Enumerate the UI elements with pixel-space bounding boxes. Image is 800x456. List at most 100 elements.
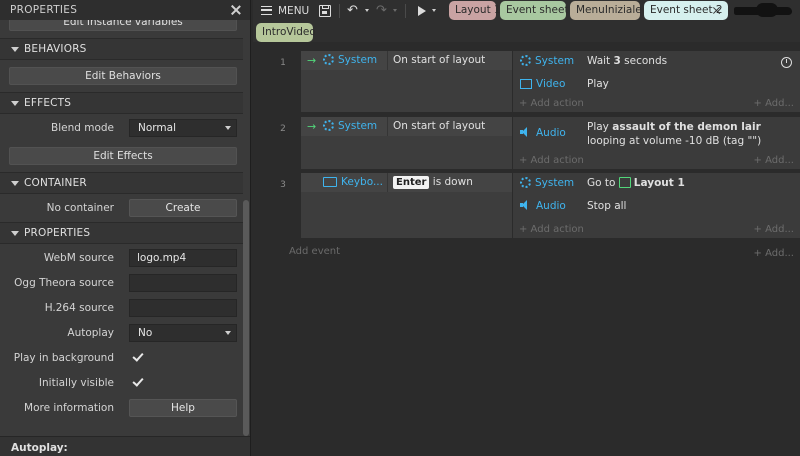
- collapse-triangle-icon: [11, 231, 19, 236]
- action-text: Wait 3 seconds: [587, 51, 787, 68]
- event-block[interactable]: → System On start of layout System Wait …: [301, 51, 800, 112]
- actions-column[interactable]: Audio Play assault of the demon lair loo…: [513, 117, 800, 169]
- redo-icon[interactable]: ↷: [376, 4, 387, 18]
- condition-row[interactable]: → System On start of layout: [301, 51, 512, 70]
- add-more-link[interactable]: + Add...: [754, 248, 794, 259]
- help-button[interactable]: Help: [129, 399, 237, 417]
- event-number: 2: [280, 124, 286, 134]
- chevron-down-icon: [225, 126, 231, 130]
- initially-visible-label: Initially visible: [38, 377, 114, 389]
- create-container-button[interactable]: Create: [129, 199, 237, 217]
- object-name: Video: [536, 78, 566, 90]
- tab-menuiniziale[interactable]: MenuIniziale: [570, 1, 642, 20]
- tab-label: Event sheet 1: [506, 4, 579, 16]
- ogg-theora-source-input[interactable]: [129, 274, 237, 292]
- event-block[interactable]: Keybo... Enter is down System Go to Layo…: [301, 173, 800, 238]
- text-part: is down: [429, 176, 473, 188]
- h264-source-label: H.264 source: [44, 302, 114, 314]
- add-event-link[interactable]: Add event: [289, 246, 340, 257]
- section-behaviors[interactable]: BEHAVIORS: [0, 38, 243, 60]
- collapse-triangle-icon: [11, 101, 19, 106]
- add-action-link[interactable]: + Add action: [519, 155, 584, 166]
- object-name: System: [338, 120, 378, 132]
- initially-visible-checkbox[interactable]: [131, 375, 145, 389]
- close-icon[interactable]: [228, 1, 244, 19]
- close-icon[interactable]: [712, 5, 722, 16]
- conditions-column[interactable]: → System On start of layout: [301, 117, 512, 169]
- menu-icon[interactable]: [261, 6, 272, 15]
- action-row[interactable]: System Go to Layout 1: [513, 173, 800, 196]
- play-dropdown-icon[interactable]: [432, 9, 436, 12]
- section-properties[interactable]: PROPERTIES: [0, 222, 243, 244]
- add-action-link[interactable]: + Add action: [519, 98, 584, 109]
- object-name: System: [338, 54, 378, 66]
- action-object: System: [520, 51, 574, 71]
- h264-source-input[interactable]: [129, 299, 237, 317]
- action-row[interactable]: Audio Stop all: [513, 196, 800, 219]
- tab-introvideo[interactable]: IntroVideo: [256, 23, 316, 42]
- properties-scrollbar[interactable]: [243, 200, 249, 436]
- chevron-down-icon: [225, 331, 231, 335]
- play-icon[interactable]: [418, 6, 426, 16]
- undo-icon[interactable]: ↶: [347, 4, 358, 18]
- section-label: BEHAVIORS: [24, 43, 87, 55]
- conditions-column[interactable]: Keybo... Enter is down: [301, 173, 512, 238]
- condition-row[interactable]: → System On start of layout: [301, 117, 512, 136]
- play-in-background-checkbox[interactable]: [131, 350, 145, 364]
- section-container[interactable]: CONTAINER: [0, 172, 243, 194]
- tab-event-sheet-2[interactable]: Event sheet 2: [644, 1, 728, 20]
- editor-window: PROPERTIES Edit Instance variables BEHAV…: [0, 0, 800, 456]
- condition-row[interactable]: Keybo... Enter is down: [301, 173, 512, 192]
- action-row[interactable]: Audio Play assault of the demon lair loo…: [513, 117, 800, 149]
- speaker-icon: [520, 127, 532, 137]
- undo-dropdown-icon[interactable]: [365, 9, 369, 12]
- divider: [387, 117, 388, 136]
- add-action-link[interactable]: + Add action: [519, 224, 584, 235]
- edit-instance-variables-button[interactable]: Edit Instance variables: [9, 20, 237, 31]
- toolbar-divider: [405, 4, 406, 18]
- blend-mode-label: Blend mode: [50, 122, 114, 134]
- object-name: Audio: [536, 200, 566, 212]
- object-name: System: [535, 55, 575, 67]
- add-more-link[interactable]: + Add...: [754, 98, 794, 109]
- tab-layout-1[interactable]: Layout 1: [449, 1, 501, 20]
- gear-icon: [520, 177, 531, 188]
- tab-event-sheet-1[interactable]: Event sheet 1: [500, 1, 579, 20]
- text-part: seconds: [620, 55, 668, 67]
- action-row[interactable]: Video Play: [513, 74, 800, 97]
- section-label: PROPERTIES: [24, 227, 91, 239]
- text-part: Go to: [587, 177, 619, 189]
- autoplay-select[interactable]: No: [129, 324, 237, 342]
- action-object: Audio: [520, 123, 566, 143]
- properties-scroll-area[interactable]: Edit Instance variables BEHAVIORS Edit B…: [0, 20, 243, 436]
- autoplay-label: Autoplay: [67, 327, 114, 339]
- text-bold: 3: [613, 55, 621, 67]
- action-row[interactable]: System Wait 3 seconds: [513, 51, 800, 74]
- key-badge: Enter: [393, 176, 430, 189]
- section-effects[interactable]: EFFECTS: [0, 92, 243, 114]
- blend-mode-select[interactable]: Normal: [129, 119, 237, 137]
- object-name: Audio: [536, 127, 566, 139]
- actions-column[interactable]: System Go to Layout 1 Audio Stop all + A…: [513, 173, 800, 238]
- help-heading: Autoplay:: [11, 442, 68, 454]
- edit-behaviors-button[interactable]: Edit Behaviors: [9, 67, 237, 85]
- event-number: 1: [280, 58, 286, 68]
- save-icon[interactable]: [319, 5, 331, 17]
- add-more-link[interactable]: + Add...: [754, 155, 794, 166]
- event-sheet[interactable]: 1 → System On start of layout System Wai…: [253, 42, 800, 456]
- edit-effects-button[interactable]: Edit Effects: [9, 147, 237, 165]
- redo-dropdown-icon[interactable]: [393, 9, 397, 12]
- event-block[interactable]: → System On start of layout Audio Play a…: [301, 117, 800, 169]
- user-avatar-icon[interactable]: [734, 3, 792, 17]
- add-more-link[interactable]: + Add...: [754, 224, 794, 235]
- conditions-column[interactable]: → System On start of layout: [301, 51, 512, 112]
- actions-column[interactable]: System Wait 3 seconds Video Play + Add a…: [513, 51, 800, 112]
- property-help-box: Autoplay:: [0, 436, 250, 456]
- object-name: Keybo...: [341, 176, 383, 188]
- menu-button[interactable]: MENU: [278, 5, 309, 17]
- tab-label: MenuIniziale: [576, 4, 642, 16]
- section-label: CONTAINER: [24, 177, 87, 189]
- text-bold: assault of the demon lair: [612, 121, 761, 133]
- collapse-triangle-icon: [11, 181, 19, 186]
- webm-source-input[interactable]: logo.mp4: [129, 249, 237, 267]
